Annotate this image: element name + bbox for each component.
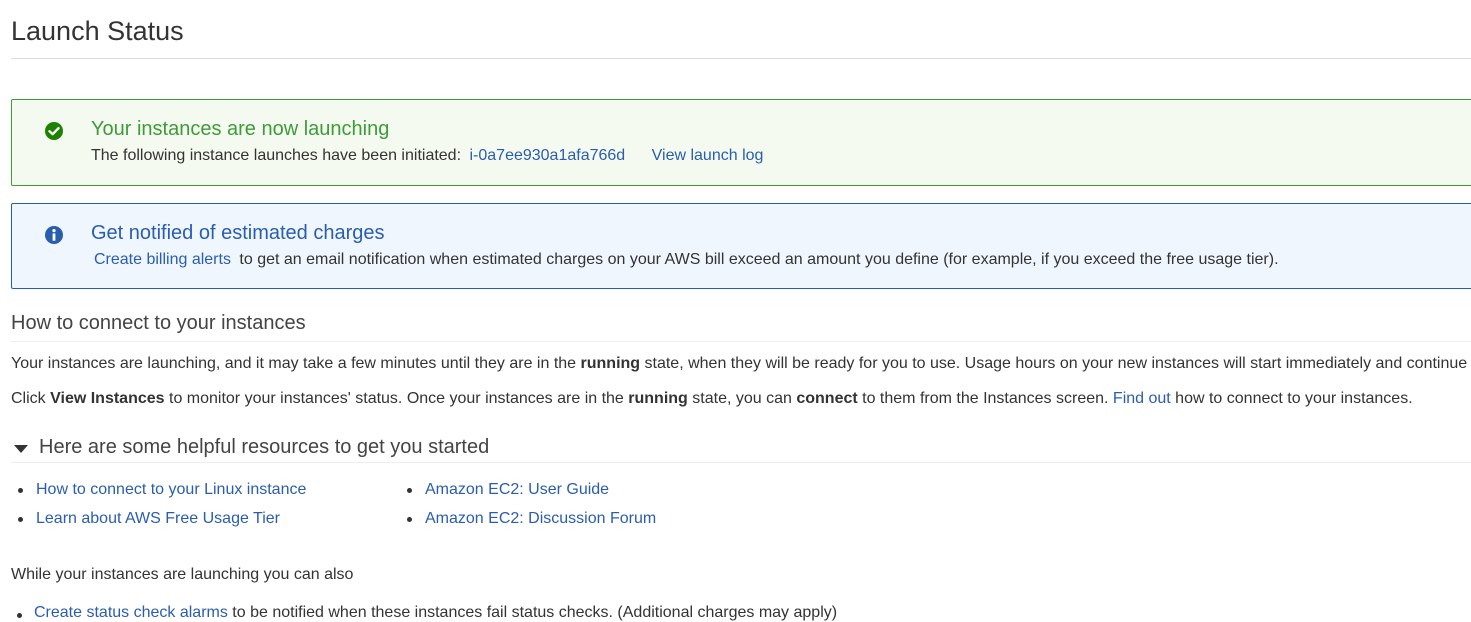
success-text-prefix: The following instance launches have bee…	[91, 147, 462, 164]
success-alert: Your instances are now launching The fol…	[11, 99, 1471, 186]
resources-toggle[interactable]: Here are some helpful resources to get y…	[14, 436, 489, 459]
connect-divider	[11, 341, 1471, 342]
launching-text-c: state, when they will be ready for you t…	[640, 355, 1471, 372]
success-text: The following instance launches have bee…	[91, 147, 763, 165]
info-text: Create billing alerts to get an email no…	[94, 251, 1279, 269]
page-title: Launch Status	[11, 16, 184, 46]
connect-text: connect	[796, 390, 858, 407]
launching-paragraph: Your instances are launching, and it may…	[11, 355, 1471, 373]
find-out-link[interactable]: Find out	[1113, 390, 1171, 407]
resources-divider	[11, 462, 1471, 463]
info-heading: Get notified of estimated charges	[91, 222, 385, 244]
also-heading: While your instances are launching you c…	[11, 566, 354, 583]
create-billing-alerts-link[interactable]: Create billing alerts	[94, 251, 231, 268]
resources-heading: Here are some helpful resources to get y…	[39, 436, 490, 458]
launching-text-a: Your instances are launching, and it may…	[11, 355, 581, 372]
p2-text-a: Click	[11, 390, 51, 407]
connect-heading: How to connect to your instances	[11, 312, 306, 334]
ec2-user-guide-link[interactable]: Amazon EC2: User Guide	[425, 481, 609, 498]
status-check-text: to be notified when these instances fail…	[227, 604, 838, 621]
create-status-check-alarms-link[interactable]: Create status check alarms	[34, 604, 228, 621]
running-state-text-2: running	[628, 390, 688, 407]
free-usage-tier-link[interactable]: Learn about AWS Free Usage Tier	[36, 510, 280, 527]
running-state-text: running	[580, 355, 641, 372]
info-text-body: to get an email notification when estima…	[239, 251, 1279, 268]
p2-text-c: to monitor your instances' status. Once …	[164, 390, 629, 407]
p2-text-e: state, you can	[687, 390, 797, 407]
list-item: How to connect to your Linux instance	[11, 480, 306, 509]
info-alert: Get notified of estimated charges Create…	[11, 203, 1471, 289]
list-item: Learn about AWS Free Usage Tier	[11, 509, 306, 538]
caret-down-icon	[14, 444, 28, 453]
resources-list-left: How to connect to your Linux instance Le…	[11, 480, 306, 538]
list-item: Create status check alarms to be notifie…	[11, 604, 837, 622]
list-item: Amazon EC2: Discussion Forum	[400, 509, 656, 538]
instance-id-link[interactable]: i-0a7ee930a1afa766d	[469, 147, 625, 164]
check-circle-icon	[45, 122, 63, 140]
list-item: Amazon EC2: User Guide	[400, 480, 656, 509]
connect-linux-link[interactable]: How to connect to your Linux instance	[36, 481, 306, 498]
resources-list-right: Amazon EC2: User Guide Amazon EC2: Discu…	[400, 480, 656, 538]
p2-text-h: how to connect to your instances.	[1170, 390, 1413, 407]
title-divider	[11, 58, 1471, 59]
p2-text-g: to them from the Instances screen.	[857, 390, 1113, 407]
view-instances-text: View Instances	[50, 390, 165, 407]
view-instances-paragraph: Click View Instances to monitor your ins…	[11, 390, 1413, 408]
info-circle-icon	[45, 226, 63, 244]
success-heading: Your instances are now launching	[91, 118, 390, 140]
ec2-discussion-forum-link[interactable]: Amazon EC2: Discussion Forum	[425, 510, 656, 527]
view-launch-log-link[interactable]: View launch log	[652, 147, 764, 164]
